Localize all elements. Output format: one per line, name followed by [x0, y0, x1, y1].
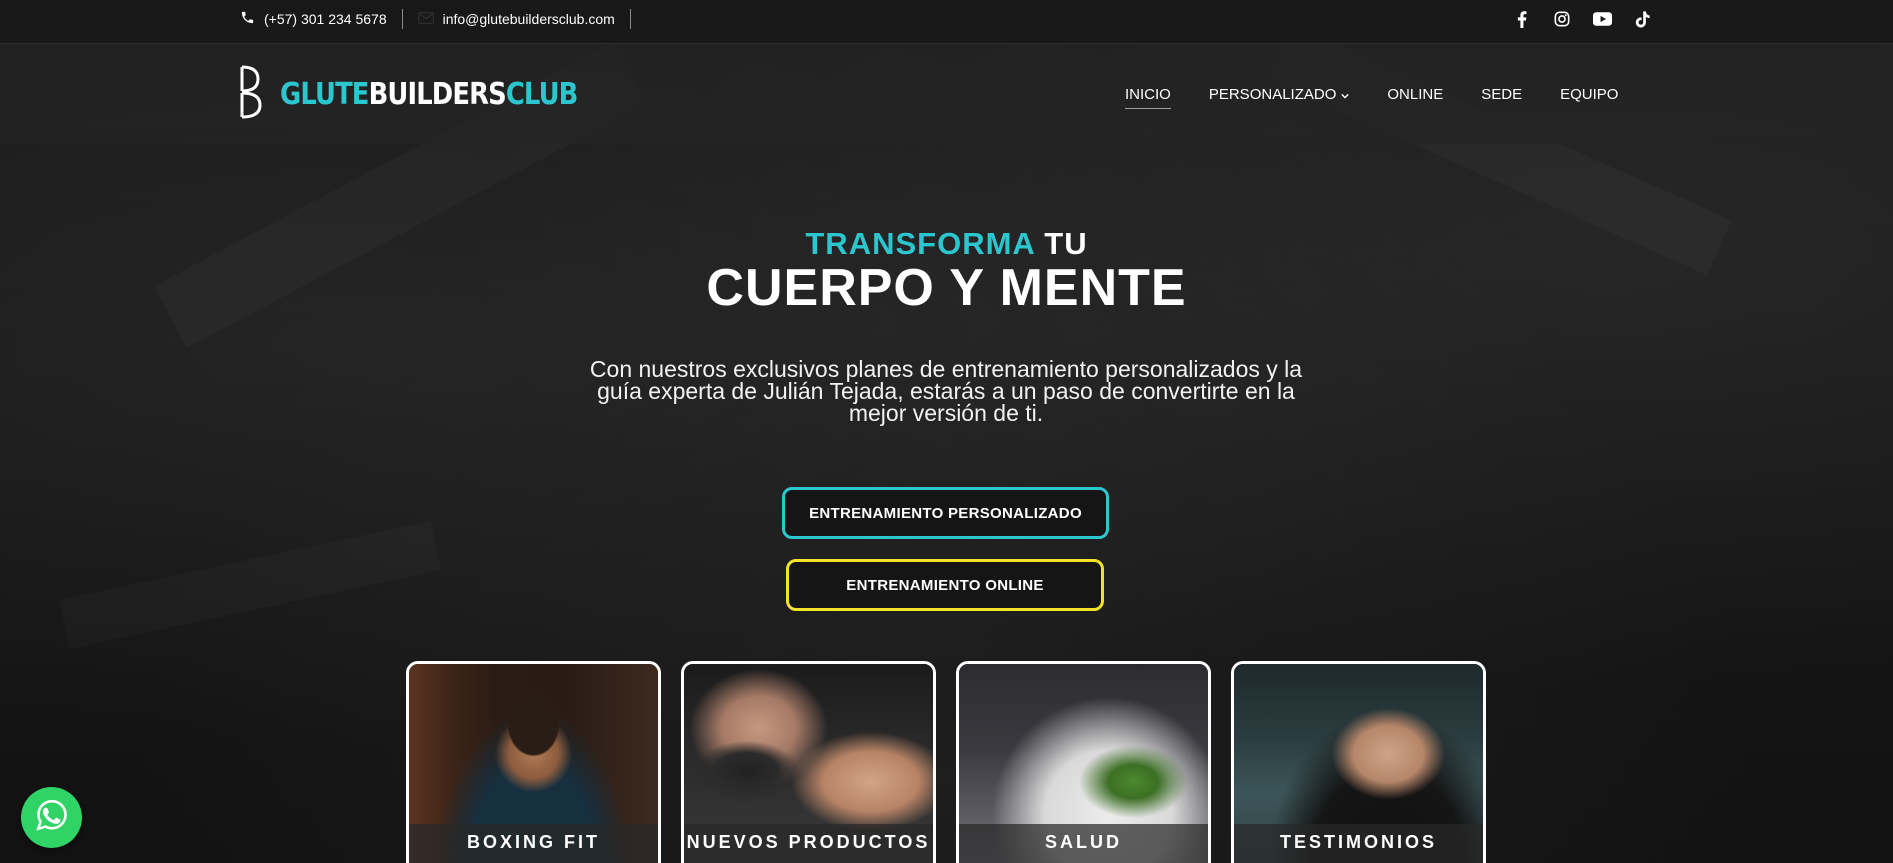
online-training-button[interactable]: ENTRENAMIENTO ONLINE — [786, 559, 1104, 611]
social-links — [1512, 0, 1652, 38]
top-bar: (+57) 301 234 5678 info@glutebuildersclu… — [0, 0, 1893, 44]
youtube-icon[interactable] — [1592, 9, 1612, 29]
facebook-icon[interactable] — [1512, 9, 1532, 29]
nav-item-sede[interactable]: SEDE — [1481, 78, 1522, 111]
email-link[interactable]: info@glutebuildersclub.com — [417, 9, 631, 29]
card-label: NUEVOS PRODUCTOS — [684, 824, 933, 863]
nav-item-online[interactable]: ONLINE — [1387, 78, 1443, 111]
card-salud[interactable]: SALUD — [956, 661, 1211, 863]
nav-item-label: PERSONALIZADO — [1208, 85, 1337, 103]
nav-item-inicio[interactable]: INICIO — [1125, 78, 1171, 111]
personalized-training-button[interactable]: ENTRENAMIENTO PERSONALIZADO — [782, 487, 1109, 539]
nav-item-label: INICIO — [1125, 85, 1171, 103]
nav-item-label: ONLINE — [1387, 85, 1444, 103]
page: (+57) 301 234 5678 info@glutebuildersclu… — [0, 0, 1893, 863]
nav-item-label: SEDE — [1481, 85, 1523, 103]
hero-title: TRANSFORMA TU — [0, 226, 1893, 262]
hero-title-rest: TU — [1044, 226, 1088, 261]
whatsapp-icon — [35, 798, 69, 837]
chevron-down-icon — [1341, 86, 1350, 103]
background-decoration — [59, 521, 441, 649]
hero-subtitle: CUERPO Y MENTE — [706, 259, 1187, 317]
logo-wordmark: GLUTEBUILDERSCLUB — [280, 76, 578, 112]
hero-title-accent: TRANSFORMA — [805, 226, 1035, 261]
logo-word-2: BUILDERS — [368, 76, 507, 112]
phone-icon — [240, 10, 255, 28]
tiktok-icon[interactable] — [1632, 9, 1652, 29]
logo-word-3: CLUB — [505, 76, 578, 112]
card-label: BOXING FIT — [409, 824, 658, 863]
card-label: SALUD — [959, 824, 1208, 863]
logo-word-1: GLUTE — [280, 76, 369, 112]
instagram-icon[interactable] — [1552, 9, 1572, 29]
hero-description: Con nuestros exclusivos planes de entren… — [589, 356, 1303, 426]
card-boxing-fit[interactable]: BOXING FIT — [406, 661, 661, 863]
nav-item-equipo[interactable]: EQUIPO — [1560, 78, 1618, 111]
whatsapp-button[interactable] — [21, 787, 82, 848]
card-testimonios[interactable]: TESTIMONIOS — [1231, 661, 1486, 863]
logo-monogram-icon — [238, 64, 264, 125]
phone-link[interactable]: (+57) 301 234 5678 — [240, 9, 403, 29]
nav-item-personalizado[interactable]: PERSONALIZADO — [1209, 78, 1350, 111]
phone-number: (+57) 301 234 5678 — [264, 11, 387, 27]
envelope-icon — [417, 11, 434, 27]
email-address: info@glutebuildersclub.com — [442, 11, 615, 27]
main-header: GLUTEBUILDERSCLUB INICIO PERSONALIZADO O… — [0, 44, 1893, 144]
contact-info: (+57) 301 234 5678 info@glutebuildersclu… — [240, 0, 646, 38]
nav-item-label: EQUIPO — [1560, 85, 1619, 103]
card-label: TESTIMONIOS — [1234, 824, 1483, 863]
site-logo[interactable]: GLUTEBUILDERSCLUB — [238, 64, 626, 125]
main-nav: INICIO PERSONALIZADO ONLINE SEDE EQUIPO — [1125, 44, 1618, 144]
card-nuevos-productos[interactable]: NUEVOS PRODUCTOS — [681, 661, 936, 863]
